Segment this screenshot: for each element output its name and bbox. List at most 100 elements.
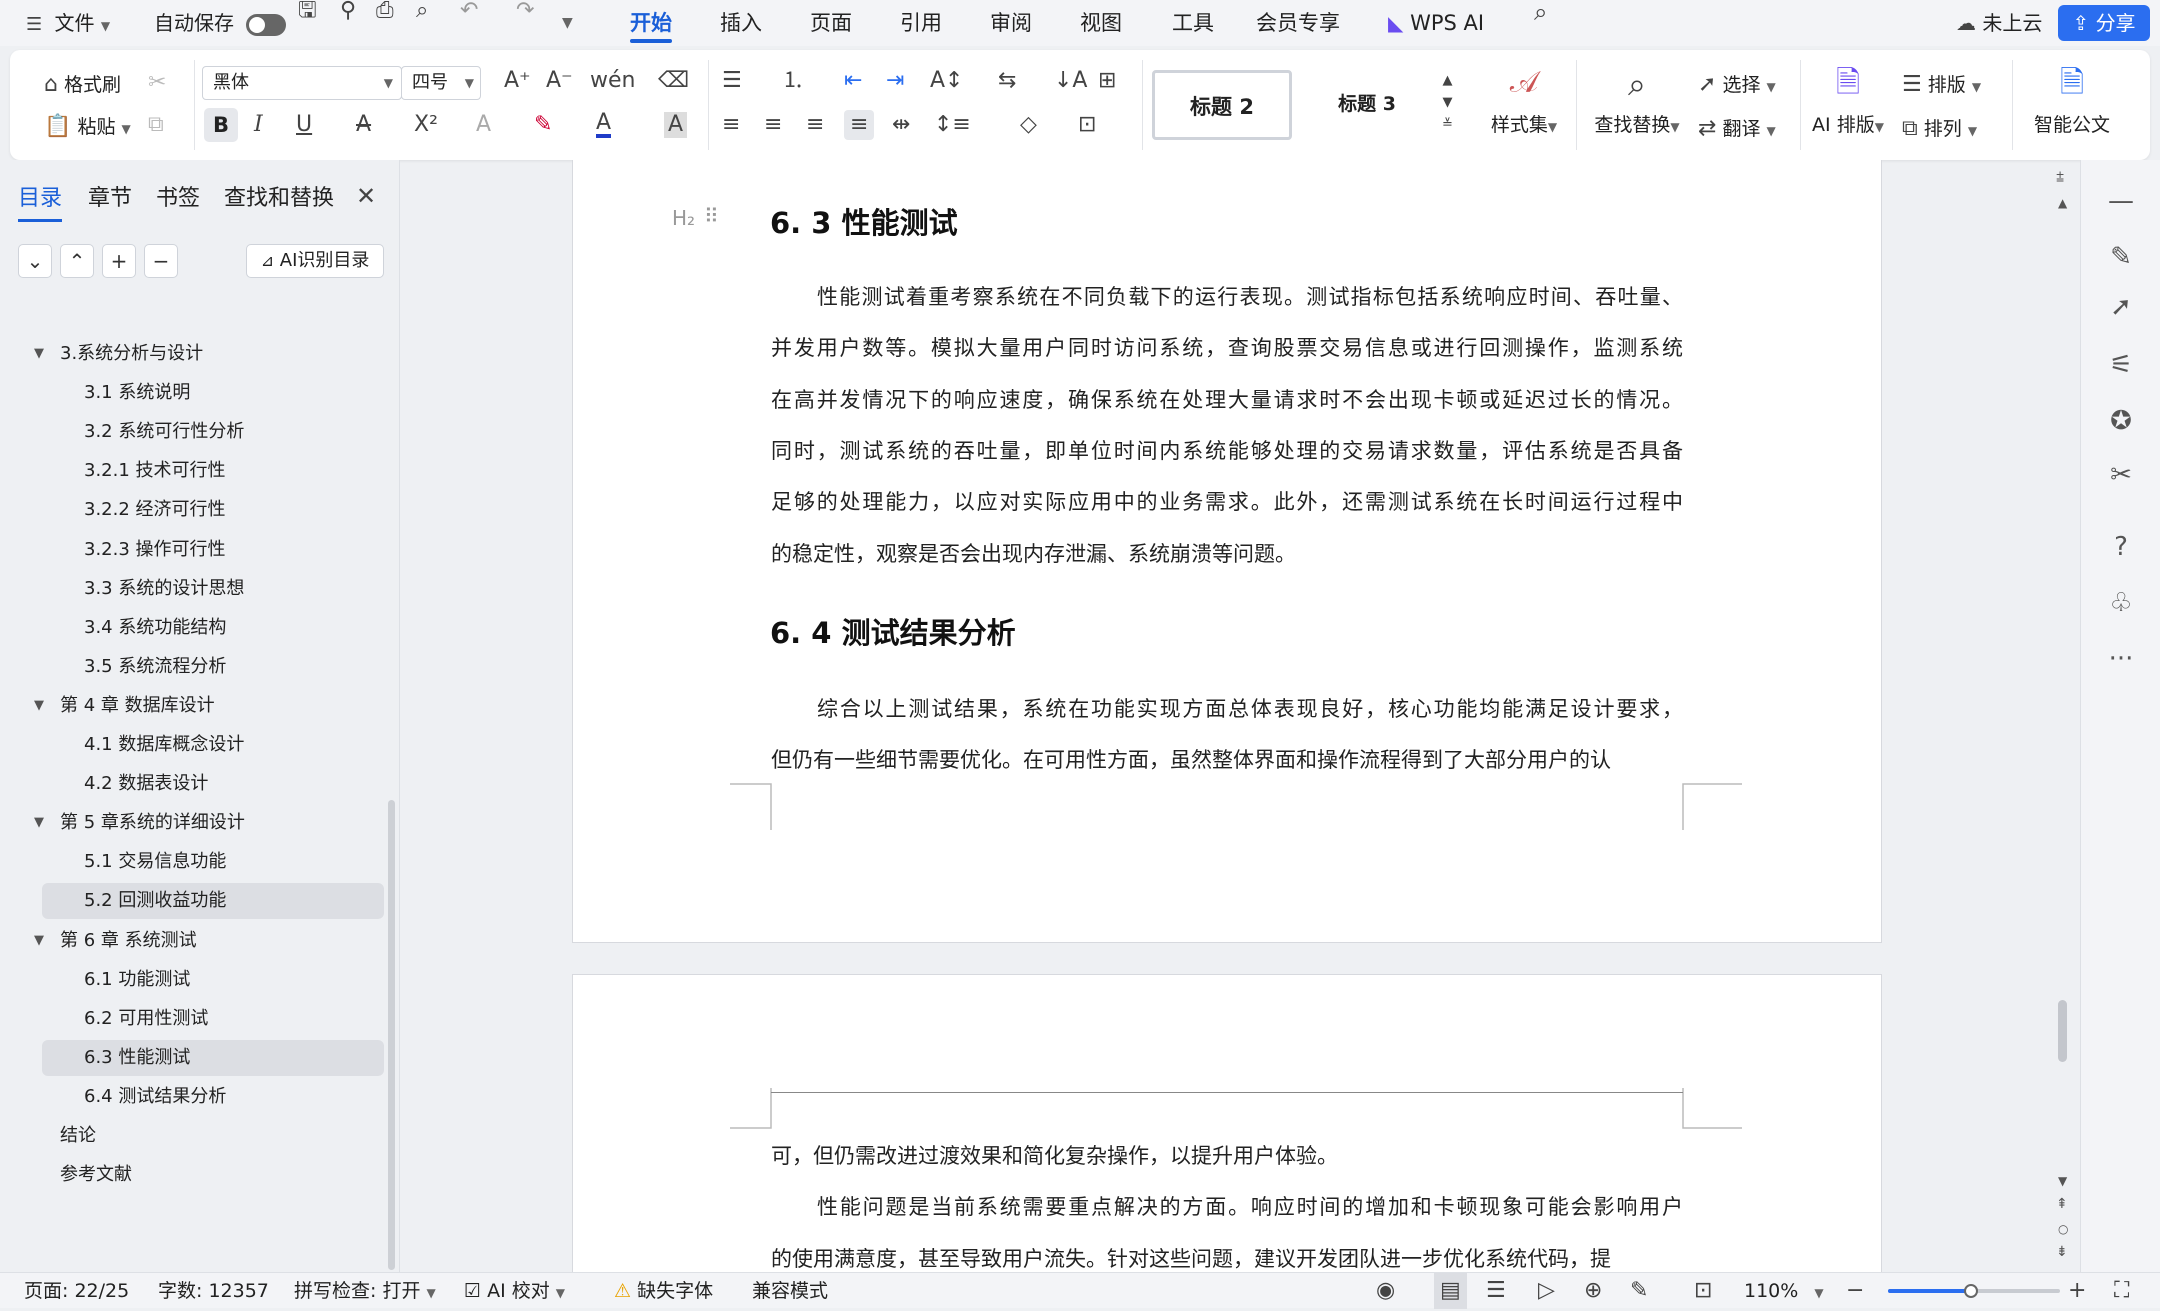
scroll-down-icon[interactable]: ▼	[2058, 1174, 2067, 1188]
expand-triangle-icon[interactable]: ▼	[34, 688, 44, 724]
numbered-list-icon[interactable]: ⒈	[782, 70, 804, 92]
find-replace-button[interactable]: ⌕ 查找替换▼	[1582, 68, 1692, 137]
select-button[interactable]: ➚ 选择 ▼	[1698, 70, 1776, 97]
toc-scrollbar[interactable]	[388, 800, 395, 1270]
tab-member[interactable]: 会员专享	[1256, 0, 1340, 46]
borders-icon[interactable]: ⊡	[1078, 114, 1096, 136]
line-spacing-icon[interactable]: ↕≡	[934, 114, 971, 136]
highlight-icon[interactable]: ✎	[534, 114, 552, 136]
word-count[interactable]: 字数: 12357	[158, 1273, 269, 1309]
toc-item[interactable]: ▼ 第 6 章 系统测试	[34, 923, 384, 959]
expand-button[interactable]: ⌃	[60, 244, 94, 278]
link-icon[interactable]: ⚲	[340, 0, 356, 46]
italic-icon[interactable]: I	[254, 114, 263, 136]
tab-find-replace[interactable]: 查找和替换	[224, 180, 334, 212]
select-cursor-icon[interactable]: ➚	[2081, 292, 2160, 322]
adjust-sliders-icon[interactable]: ⚟	[2081, 350, 2160, 380]
fullscreen-icon[interactable]: ⛶	[2114, 1273, 2129, 1309]
decrease-indent-icon[interactable]: ⇤	[844, 70, 862, 92]
style-heading2[interactable]: 标题 2	[1152, 70, 1292, 140]
zoom-select[interactable]: 110% ▼	[1744, 1273, 1824, 1309]
ai-proofread-button[interactable]: ☑ AI 校对 ▼	[464, 1273, 565, 1309]
toc-item[interactable]: 3.2.2 经济可行性	[42, 492, 384, 528]
expand-triangle-icon[interactable]: ▼	[34, 805, 44, 841]
web-view-icon[interactable]: ⊕	[1584, 1273, 1602, 1309]
outfit-icon[interactable]: ♧	[2081, 588, 2160, 618]
toc-item[interactable]: 5.1 交易信息功能	[42, 844, 384, 880]
phonetic-guide-icon[interactable]: wén	[590, 70, 635, 92]
tab-home[interactable]: 开始	[630, 0, 672, 46]
layout-button[interactable]: ☰ 排版 ▼	[1902, 70, 1981, 97]
next-page-icon[interactable]: ⇟	[2056, 1244, 2068, 1260]
toc-item[interactable]: 5.2 回测收益功能	[42, 883, 384, 920]
print-preview-icon[interactable]: ⌕	[416, 0, 428, 46]
bold-button[interactable]: B	[204, 108, 238, 142]
char-shading-icon[interactable]: A	[664, 112, 688, 138]
toc-item[interactable]: 6.3 性能测试	[42, 1039, 384, 1076]
show-marks-icon[interactable]: ⊞	[1098, 70, 1116, 92]
toc-item[interactable]: 3.2.1 技术可行性	[42, 453, 384, 489]
paste-button[interactable]: 📋 粘贴 ▼	[44, 112, 131, 139]
zoom-slider-thumb[interactable]	[1964, 1284, 1978, 1298]
toc-item[interactable]: ▼ 第 4 章 数据库设计	[34, 688, 384, 724]
smart-doc-button[interactable]: 🗎 智能公文	[2022, 68, 2122, 137]
page-indicator[interactable]: 页面: 22/25	[24, 1273, 129, 1309]
font-size-select[interactable]: 四号 ▼	[401, 66, 481, 100]
heading-6-4[interactable]: 6. 4 测试结果分析	[770, 610, 1016, 652]
search-icon[interactable]: ⌕	[1534, 0, 1547, 46]
share-button[interactable]: ⇪ 分享	[2058, 5, 2150, 41]
distribute-icon[interactable]: ⇹	[892, 114, 910, 136]
more-icon[interactable]: ···	[2081, 644, 2160, 674]
close-icon[interactable]: ✕	[356, 184, 376, 208]
ai-toc-button[interactable]: ⊿ AI识别目录	[246, 244, 384, 278]
copy-icon[interactable]: ⧉	[148, 114, 164, 136]
vertical-scrollbar[interactable]	[2058, 1000, 2067, 1062]
add-heading-button[interactable]: +	[102, 244, 136, 278]
style-heading3[interactable]: 标题 3	[1292, 70, 1442, 140]
align-right-icon[interactable]: ≡	[806, 114, 824, 136]
zoom-in-icon[interactable]: +	[2068, 1273, 2086, 1309]
tools-icon[interactable]: ✂	[2081, 460, 2160, 490]
sort-icon[interactable]: ↓A	[1054, 70, 1087, 92]
format-painter-button[interactable]: ⌂ 格式刷	[44, 70, 121, 97]
tab-tools[interactable]: 工具	[1172, 0, 1214, 46]
text-direction-icon[interactable]: A↕	[930, 70, 963, 92]
underline-icon[interactable]: U	[296, 114, 312, 136]
tab-review[interactable]: 审阅	[990, 0, 1032, 46]
tab-wps-ai[interactable]: ◣ WPS AI	[1388, 0, 1484, 46]
cloud-status[interactable]: ☁ 未上云	[1956, 0, 2042, 46]
tab-view[interactable]: 视图	[1080, 0, 1122, 46]
tab-sections[interactable]: 章节	[88, 180, 132, 212]
toc-item[interactable]: 3.3 系统的设计思想	[42, 571, 384, 607]
tab-bookmarks[interactable]: 书签	[156, 180, 200, 212]
justify-icon[interactable]: ≡	[844, 110, 875, 140]
cut-icon[interactable]: ✂	[148, 72, 166, 94]
heading-6-3[interactable]: 6. 3 性能测试	[770, 200, 958, 242]
drag-handle-icon[interactable]: ⠿	[704, 204, 719, 228]
toc-item[interactable]: 3.2 系统可行性分析	[42, 414, 384, 450]
align-left-icon[interactable]: ≡	[722, 114, 740, 136]
increase-indent-icon[interactable]: ⇥	[886, 70, 904, 92]
style-set-button[interactable]: 𝒜 样式集▼	[1482, 68, 1566, 137]
split-view-icon[interactable]: ⩲	[2056, 170, 2064, 186]
toc-item[interactable]: ▼ 3.系统分析与设计	[34, 336, 384, 372]
fit-page-icon[interactable]: ⊡	[1694, 1273, 1712, 1309]
outline-view-icon[interactable]: ☰	[1486, 1273, 1506, 1309]
browse-object-icon[interactable]: ○	[2058, 1222, 2068, 1236]
toc-item[interactable]: 6.4 测试结果分析	[42, 1079, 384, 1115]
print-icon[interactable]: ⎙	[376, 0, 394, 46]
minimize-panel-icon[interactable]: —	[2081, 186, 2160, 216]
undo-icon[interactable]: ↶	[460, 0, 478, 46]
font-name-select[interactable]: 黑体 ▼	[202, 66, 402, 100]
play-icon[interactable]: ▷	[1538, 1273, 1555, 1309]
tab-insert[interactable]: 插入	[720, 0, 762, 46]
ai-assistant-icon[interactable]: ✪	[2081, 406, 2160, 436]
strikethrough-icon[interactable]: A	[356, 114, 371, 136]
tab-references[interactable]: 引用	[900, 0, 942, 46]
toc-item[interactable]: 结论	[42, 1118, 384, 1154]
collapse-button[interactable]: ⌄	[18, 244, 52, 278]
help-icon[interactable]: ?	[2081, 532, 2160, 562]
text-effect-icon[interactable]: A	[476, 114, 491, 136]
toc-item[interactable]: 6.2 可用性测试	[42, 1001, 384, 1037]
toc-item[interactable]: 3.5 系统流程分析	[42, 649, 384, 685]
